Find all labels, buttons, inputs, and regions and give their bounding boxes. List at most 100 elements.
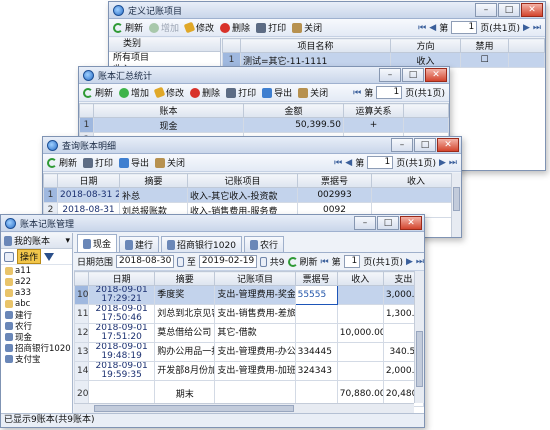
calendar-icon[interactable] [260, 256, 267, 267]
page-input[interactable]: 1 [451, 21, 478, 34]
operation-button[interactable]: 操作 [17, 249, 42, 264]
column-header[interactable]: 摘要 [154, 271, 216, 286]
income-cell[interactable] [336, 342, 384, 362]
item-cell[interactable]: 支出-销售费用-差旅费 [214, 304, 296, 324]
refresh-button[interactable]: 刷新 [113, 21, 143, 34]
title-bar[interactable]: 账本汇总统计 – □ ✕ [79, 67, 449, 84]
column-header[interactable]: 账本 [93, 103, 244, 118]
date-cell[interactable]: 2018-09-01 17:29:21 [88, 285, 156, 305]
export-button[interactable]: 导出 [262, 86, 292, 99]
date-from-input[interactable]: 2018-08-30 [116, 255, 175, 268]
column-header[interactable]: 日期 [88, 271, 156, 286]
close-button[interactable]: 关闭 [155, 156, 185, 169]
close-button[interactable]: 关闭 [292, 21, 322, 34]
minimize-button[interactable]: – [379, 68, 401, 82]
vertical-scrollbar[interactable] [451, 173, 461, 237]
item-cell[interactable]: 支出-管理费用-奖金 [214, 285, 296, 305]
income-cell[interactable] [336, 361, 384, 381]
first-page-button[interactable]: ⏮ [418, 23, 426, 33]
table-row[interactable]: 1 现金 50,399.50 + [79, 117, 449, 133]
last-page-button[interactable]: ⏭ [449, 158, 457, 168]
date-cell[interactable]: 2018-09-01 17:51:20 [88, 323, 156, 343]
summary-cell[interactable]: 购办公用品一批 [154, 342, 216, 362]
account-item[interactable]: a22 [1, 276, 72, 287]
minimize-button[interactable]: – [391, 138, 413, 152]
last-page-button[interactable]: ⏭ [416, 257, 424, 267]
tab-abc[interactable]: 农行 [243, 236, 284, 252]
date-cell[interactable]: 2018-09-01 19:48:19 [88, 342, 156, 362]
summary-cell[interactable]: 开发部8月份加班费 [154, 361, 216, 381]
disabled-checkbox[interactable]: ☐ [460, 52, 509, 68]
new-account-icon[interactable] [4, 251, 14, 262]
tab-cash[interactable]: 现金 [77, 234, 118, 252]
page-input[interactable]: 1 [343, 255, 361, 268]
column-header[interactable]: 项目名称 [240, 38, 391, 53]
prev-page-button[interactable]: ◀ [429, 23, 436, 33]
column-header[interactable]: 金额 [243, 103, 344, 118]
account-item[interactable]: abc [1, 298, 72, 309]
book-cell[interactable]: 现金 [93, 117, 244, 133]
column-header[interactable]: 方向 [390, 38, 461, 53]
table-row[interactable]: 13 2018-09-01 19:48:19 购办公用品一批 支出-管理费用-办公… [74, 342, 424, 362]
column-header[interactable]: 收入 [371, 173, 461, 188]
calendar-icon[interactable] [177, 256, 184, 267]
item-cell[interactable]: 收入-其它收入-投资款 [187, 187, 298, 203]
bill-input[interactable]: 55555 [294, 285, 338, 305]
close-window-button[interactable]: ✕ [521, 3, 543, 17]
print-button[interactable]: 打印 [226, 86, 256, 99]
refresh-button[interactable]: 刷新 [83, 86, 113, 99]
close-window-button[interactable]: ✕ [400, 216, 422, 230]
refresh-button[interactable]: 刷新 [287, 255, 318, 268]
vertical-scrollbar[interactable] [414, 271, 424, 403]
account-item[interactable]: 招商银行1020 [1, 342, 72, 354]
column-header[interactable]: 禁用 [460, 38, 509, 53]
bill-cell[interactable]: 002993 [297, 187, 372, 203]
first-page-button[interactable]: ⏮ [353, 88, 361, 98]
filter-icon[interactable] [44, 252, 55, 261]
account-item[interactable]: 农行 [1, 320, 72, 332]
export-button[interactable]: 导出 [119, 156, 149, 169]
date-cell[interactable]: 2018-09-01 19:59:35 [88, 361, 156, 381]
next-page-button[interactable]: ▶ [439, 158, 446, 168]
summary-cell[interactable]: 季度奖 [154, 285, 216, 305]
amount-cell[interactable]: 50,399.50 [243, 117, 344, 133]
close-window-button[interactable]: ✕ [425, 68, 447, 82]
column-header[interactable]: 记账项目 [214, 271, 296, 286]
bill-cell[interactable] [294, 323, 338, 343]
bill-cell[interactable] [294, 304, 338, 324]
bill-cell[interactable]: 334445 [294, 342, 338, 362]
date-cell[interactable]: 2018-09-01 17:50:46 [88, 304, 156, 324]
column-header[interactable]: 运算关系 [343, 103, 404, 118]
title-bar[interactable]: 查询账本明细 – □ ✕ [43, 137, 461, 154]
income-cell[interactable]: 10,000.00 [336, 323, 384, 343]
column-header[interactable]: 记账项目 [187, 173, 298, 188]
edit-button[interactable]: 修改 [183, 21, 214, 34]
column-header[interactable]: 日期 [57, 173, 120, 188]
delete-button[interactable]: 删除 [190, 86, 220, 99]
account-item[interactable]: a11 [1, 265, 72, 276]
income-cell[interactable] [336, 304, 384, 324]
print-button[interactable]: 打印 [83, 156, 113, 169]
print-button[interactable]: 打印 [256, 21, 286, 34]
item-cell[interactable]: 其它-借款 [214, 323, 296, 343]
bill-cell[interactable]: 324343 [294, 361, 338, 381]
date-to-input[interactable]: 2019-02-19 [198, 255, 258, 268]
tab-ccb[interactable]: 建行 [119, 236, 160, 252]
chevron-down-icon[interactable]: ▾ [65, 236, 72, 246]
summary-cell[interactable]: 补总 [119, 187, 188, 203]
item-cell[interactable]: 支出-管理费用-加班费 [214, 361, 296, 381]
add-button[interactable]: 增加 [119, 86, 149, 99]
column-header[interactable]: 收入 [336, 271, 384, 286]
account-item[interactable]: 现金 [1, 331, 72, 343]
first-page-button[interactable]: ⏮ [334, 158, 342, 168]
account-item[interactable]: 支付宝 [1, 353, 72, 365]
first-page-button[interactable]: ⏮ [321, 257, 329, 267]
operator-cell[interactable]: + [343, 117, 404, 133]
summary-cell[interactable]: 莫总借给公司 [154, 323, 216, 343]
close-window-button[interactable]: ✕ [437, 138, 459, 152]
summary-cell[interactable]: 刘总到北京见客户 [154, 304, 216, 324]
table-row[interactable]: 12 2018-09-01 17:51:20 莫总借给公司 其它-借款 10,00… [74, 323, 424, 343]
column-header[interactable]: 摘要 [119, 173, 188, 188]
title-bar[interactable]: 账本记账管理 – □ ✕ [1, 215, 424, 232]
last-page-button[interactable]: ⏭ [533, 23, 541, 33]
